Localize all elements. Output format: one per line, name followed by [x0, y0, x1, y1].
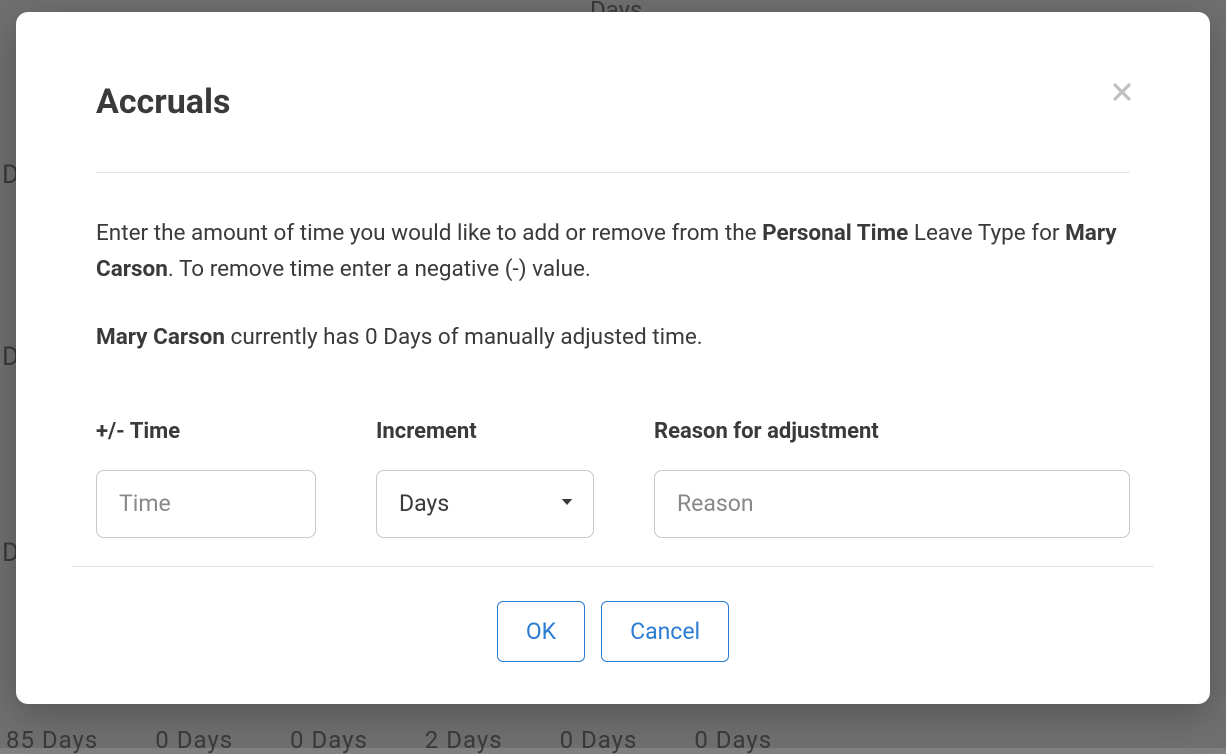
modal-title: Accruals — [96, 82, 230, 122]
reason-label: Reason for adjustment — [654, 419, 1130, 444]
cancel-button[interactable]: Cancel — [601, 601, 729, 662]
modal-header: Accruals — [96, 82, 1130, 173]
time-field-group: +/- Time — [96, 419, 316, 538]
reason-field-group: Reason for adjustment — [654, 419, 1130, 538]
bg-data-row: 85 Days 0 Days 0 Days 2 Days 0 Days 0 Da… — [0, 726, 1226, 754]
close-button[interactable] — [1106, 76, 1138, 111]
close-icon — [1110, 92, 1134, 107]
current-balance-info: Mary Carson currently has 0 Days of manu… — [96, 321, 1130, 355]
modal-description: Enter the amount of time you would like … — [96, 215, 1130, 287]
accruals-modal: Accruals Enter the amount of time you wo… — [16, 12, 1210, 704]
reason-input[interactable] — [654, 470, 1130, 538]
increment-select[interactable]: Days — [376, 470, 594, 538]
increment-field-group: Increment Days — [376, 419, 594, 538]
time-label: +/- Time — [96, 419, 316, 444]
increment-label: Increment — [376, 419, 594, 444]
time-input[interactable] — [96, 470, 316, 538]
modal-footer: OK Cancel — [72, 566, 1154, 676]
modal-body: Enter the amount of time you would like … — [96, 173, 1130, 566]
ok-button[interactable]: OK — [497, 601, 585, 662]
form-row: +/- Time Increment Days — [96, 419, 1130, 566]
